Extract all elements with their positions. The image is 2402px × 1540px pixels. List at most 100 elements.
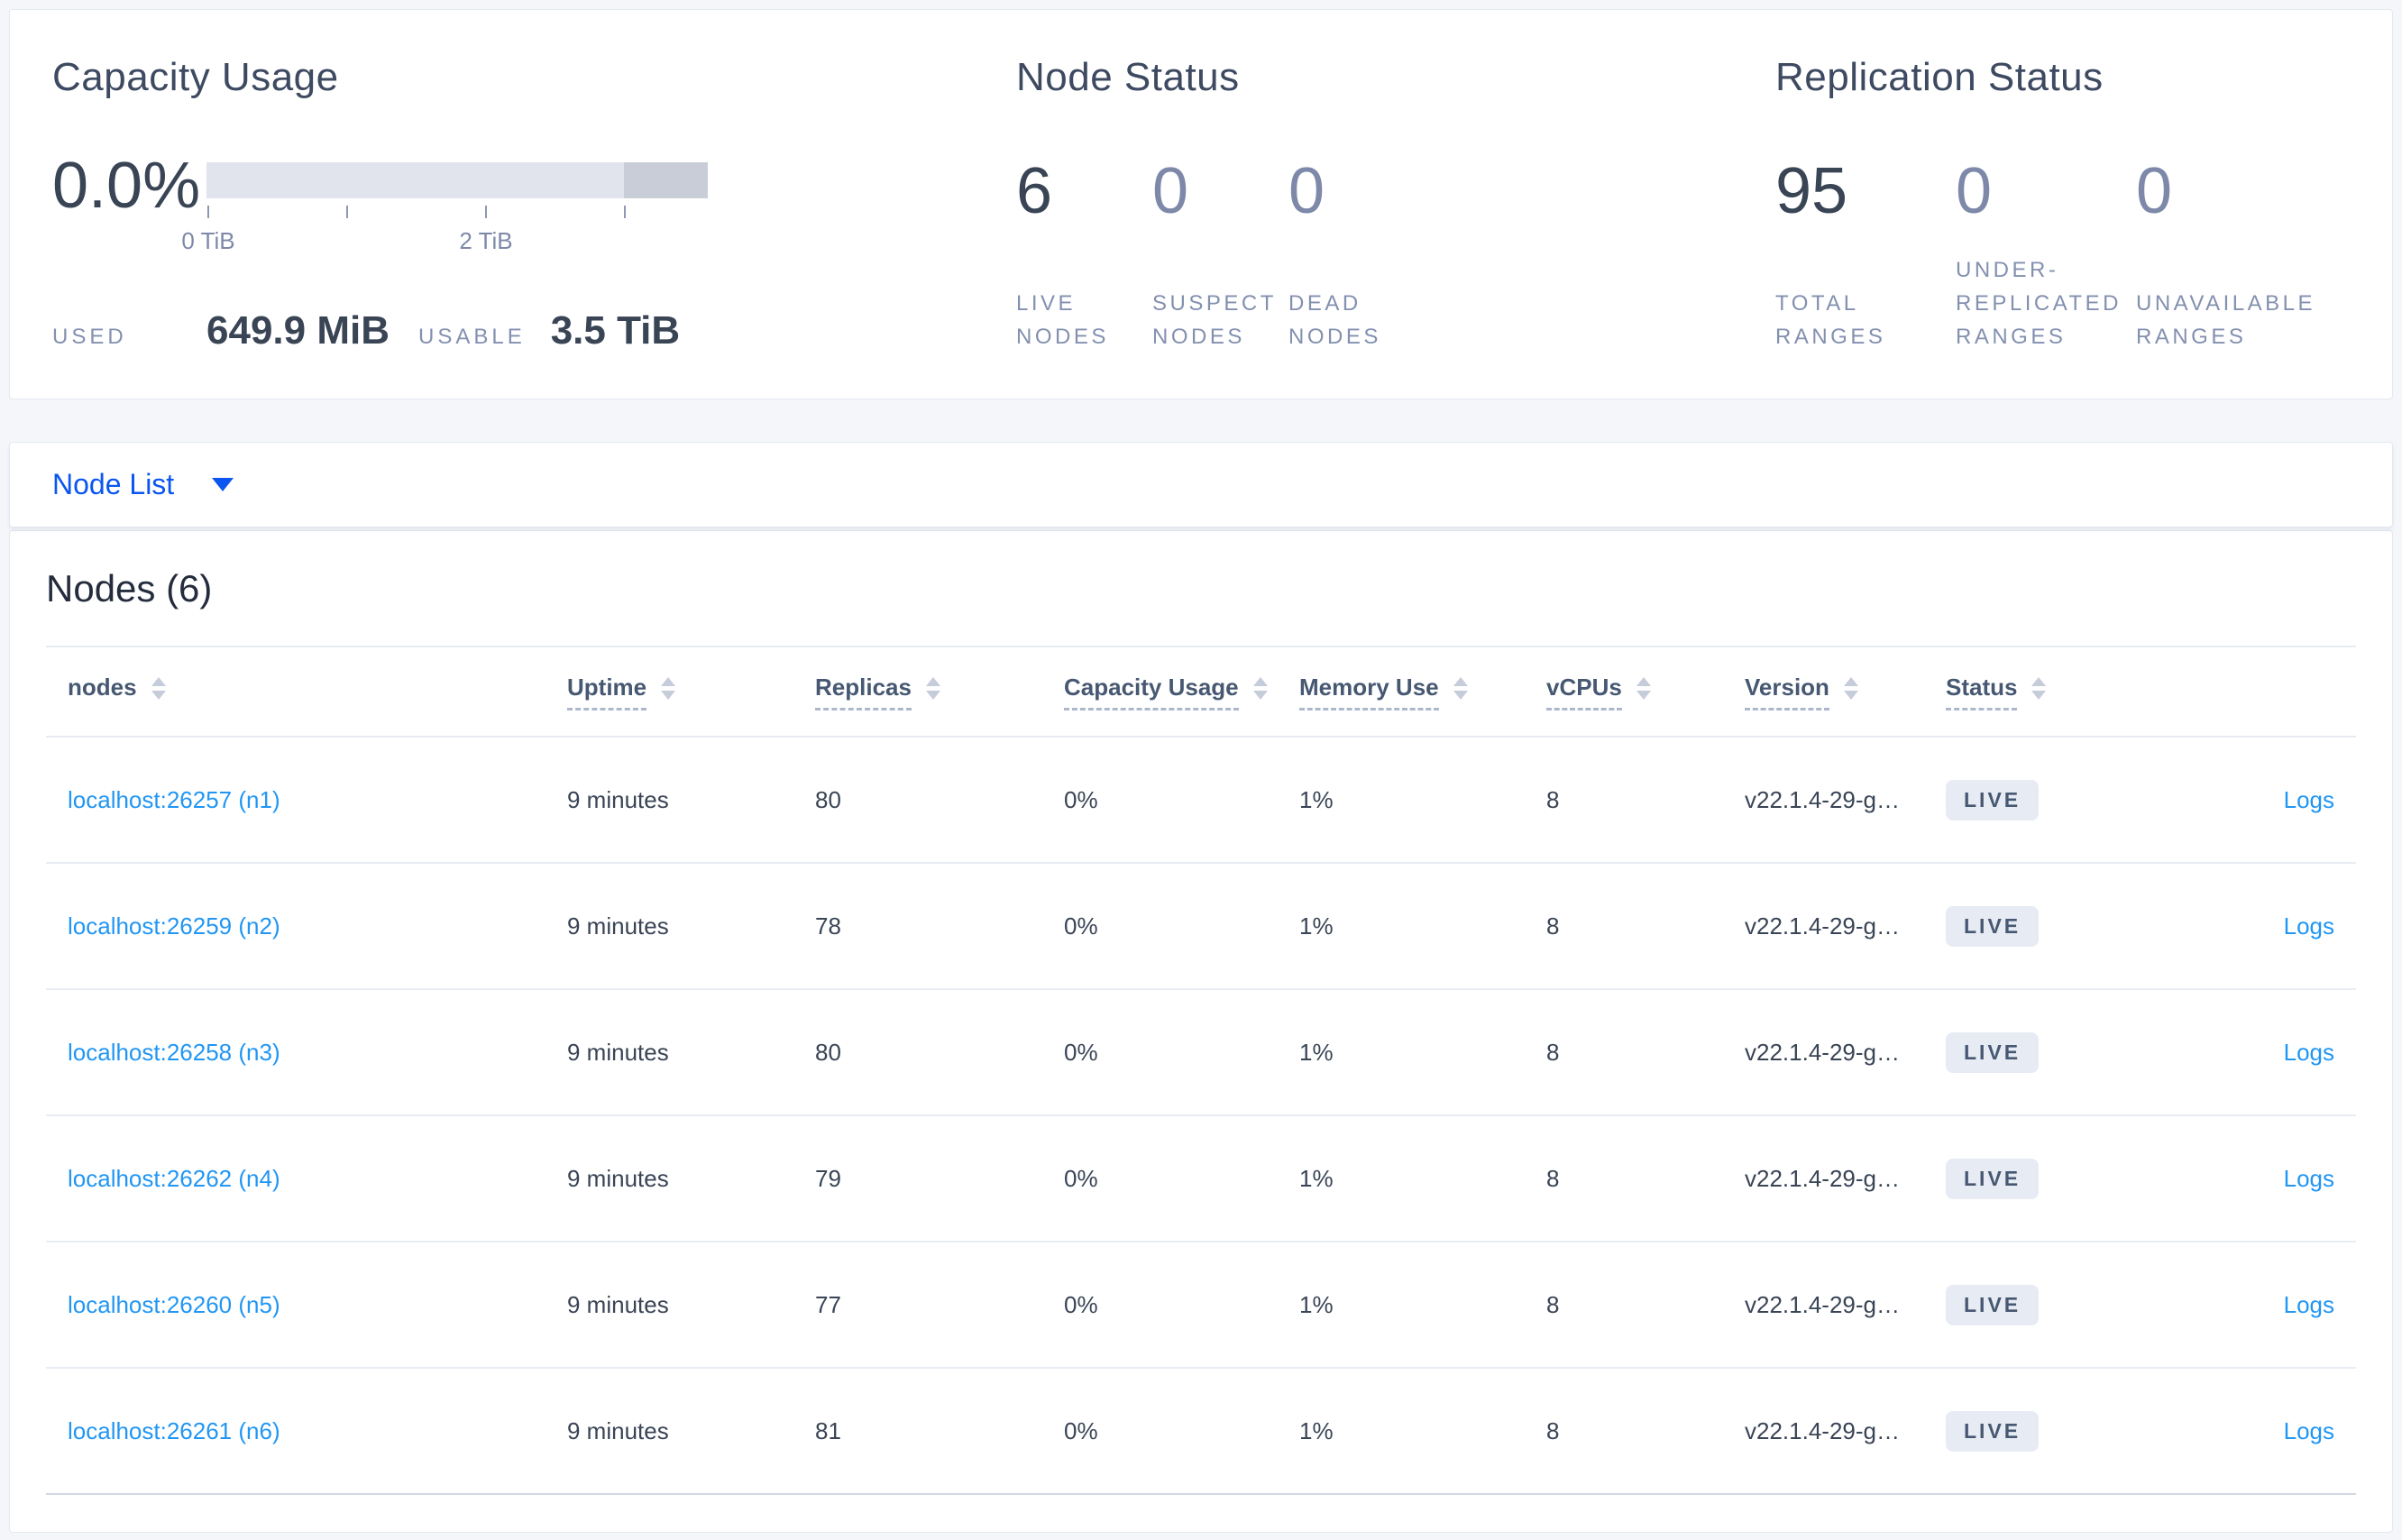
node-link[interactable]: localhost:26262 (n4) <box>68 1165 280 1192</box>
memory-use-cell: 1% <box>1299 785 1334 813</box>
view-selector-dropdown[interactable]: Node List <box>52 468 174 501</box>
stat-label: UNDER-REPLICATED RANGES <box>1956 258 2122 349</box>
memory-use-cell: 1% <box>1299 1290 1334 1318</box>
uptime-cell: 9 minutes <box>567 785 669 813</box>
replication-status-labels: TOTAL RANGES UNDER-REPLICATED RANGES UNAVA… <box>1775 253 2392 353</box>
version-cell: v22.1.4-29-g… <box>1745 912 1900 940</box>
sort-arrows-icon[interactable] <box>151 676 166 707</box>
sort-asc-icon <box>1636 676 1651 686</box>
stat-value: 0 <box>1288 155 1325 227</box>
sort-arrows-icon[interactable] <box>1843 676 1858 707</box>
column-header-label[interactable]: Status <box>1946 674 2018 710</box>
node-status-section: Node Status 600 LIVE NODES SUSPECT NODES D… <box>1016 10 1775 399</box>
logs-link[interactable]: Logs <box>2284 912 2334 940</box>
vcpus-cell: 8 <box>1546 912 1560 940</box>
memory-use-cell: 1% <box>1299 1164 1334 1192</box>
sort-asc-icon <box>1252 676 1268 686</box>
capacity-usage-cell: 0% <box>1064 1038 1098 1066</box>
stat-label: DEAD NODES <box>1288 291 1381 349</box>
capacity-usage-cell: 0% <box>1064 1290 1098 1318</box>
sort-asc-icon <box>151 676 166 686</box>
sort-desc-icon <box>1636 690 1651 700</box>
sort-arrows-icon[interactable] <box>1453 676 1468 707</box>
replicas-cell: 79 <box>815 1164 841 1192</box>
table-row: localhost:26257 (n1) 9 minutes 80 0% 1% … <box>46 738 2356 864</box>
sort-desc-icon <box>151 690 166 700</box>
axis-tick <box>624 206 626 218</box>
logs-link[interactable]: Logs <box>2284 786 2334 813</box>
column-header-label[interactable]: Uptime <box>567 674 647 710</box>
column-header[interactable]: nodes <box>46 674 545 710</box>
sort-asc-icon <box>661 676 676 686</box>
capacity-usage-cell: 0% <box>1064 1416 1098 1444</box>
sort-desc-icon <box>2031 690 2047 700</box>
column-header[interactable]: Version <box>1723 674 1924 710</box>
uptime-cell: 9 minutes <box>567 1164 669 1192</box>
stat-value: 0 <box>1152 155 1189 227</box>
used-label: USED <box>52 325 127 349</box>
uptime-cell: 9 minutes <box>567 1290 669 1318</box>
uptime-cell: 9 minutes <box>567 1416 669 1444</box>
column-header[interactable]: vCPUs <box>1525 674 1723 710</box>
logs-link[interactable]: Logs <box>2284 1165 2334 1192</box>
node-link[interactable]: localhost:26261 (n6) <box>68 1417 280 1444</box>
capacity-usage-cell: 0% <box>1064 912 1098 940</box>
status-badge: LIVE <box>1946 779 2040 820</box>
stat-value: 6 <box>1016 155 1053 227</box>
vcpus-cell: 8 <box>1546 1038 1560 1066</box>
table-row: localhost:26262 (n4) 9 minutes 79 0% 1% … <box>46 1116 2356 1242</box>
usable-value: 3.5 TiB <box>550 308 681 353</box>
table-row: localhost:26259 (n2) 9 minutes 78 0% 1% … <box>46 864 2356 990</box>
vcpus-cell: 8 <box>1546 1164 1560 1192</box>
column-header[interactable]: Memory Use <box>1278 674 1525 710</box>
status-badge: LIVE <box>1946 905 2040 947</box>
status-badge: LIVE <box>1946 1284 2040 1325</box>
node-status-title: Node Status <box>1016 55 1240 99</box>
column-header-label[interactable]: Version <box>1745 674 1829 710</box>
node-link[interactable]: localhost:26259 (n2) <box>68 912 280 940</box>
capacity-gauge: 0.0% 0 TiB 2 TiB <box>52 150 1016 254</box>
node-status-values: 600 <box>1016 159 1775 224</box>
logs-link[interactable]: Logs <box>2284 1291 2334 1318</box>
status-badge: LIVE <box>1946 1031 2040 1073</box>
stat-label: TOTAL RANGES <box>1775 291 1886 349</box>
column-header[interactable]: Uptime <box>545 674 793 710</box>
replication-status-values: 95 0 0 <box>1775 159 2392 224</box>
table-row: localhost:26261 (n6) 9 minutes 81 0% 1% … <box>46 1369 2356 1495</box>
column-header[interactable]: Replicas <box>793 674 1042 710</box>
column-header-label[interactable]: nodes <box>68 674 137 710</box>
memory-use-cell: 1% <box>1299 1038 1334 1066</box>
sort-desc-icon <box>661 690 676 700</box>
nodes-table-body: localhost:26257 (n1) 9 minutes 80 0% 1% … <box>46 738 2356 1495</box>
logs-link[interactable]: Logs <box>2284 1417 2334 1444</box>
sort-arrows-icon[interactable] <box>661 676 676 707</box>
column-header-label[interactable]: Memory Use <box>1299 674 1439 710</box>
node-link[interactable]: localhost:26260 (n5) <box>68 1291 280 1318</box>
uptime-cell: 9 minutes <box>567 912 669 940</box>
sort-arrows-icon[interactable] <box>1252 676 1268 707</box>
capacity-bar-track <box>206 162 708 198</box>
column-header-label[interactable]: vCPUs <box>1546 674 1622 710</box>
table-row: localhost:26260 (n5) 9 minutes 77 0% 1% … <box>46 1242 2356 1369</box>
chevron-down-icon[interactable] <box>212 478 234 491</box>
capacity-usage-cell: 0% <box>1064 1164 1098 1192</box>
sort-arrows-icon[interactable] <box>2031 676 2047 707</box>
axis-tick <box>207 206 209 218</box>
column-header[interactable]: Capacity Usage <box>1042 674 1278 710</box>
version-cell: v22.1.4-29-g… <box>1745 1164 1900 1192</box>
column-header[interactable]: Status <box>1924 674 2147 710</box>
nodes-panel-title: Nodes (6) <box>46 531 2356 647</box>
logs-link[interactable]: Logs <box>2284 1039 2334 1066</box>
node-link[interactable]: localhost:26258 (n3) <box>68 1039 280 1066</box>
vcpus-cell: 8 <box>1546 1290 1560 1318</box>
column-header[interactable] <box>2147 687 2356 696</box>
column-header-label[interactable]: Replicas <box>815 674 912 710</box>
sort-arrows-icon[interactable] <box>1636 676 1651 707</box>
sort-arrows-icon[interactable] <box>925 676 940 707</box>
capacity-usage-section: Capacity Usage 0.0% 0 TiB 2 TiB USED 649… <box>10 10 1016 399</box>
node-link[interactable]: localhost:26257 (n1) <box>68 786 280 813</box>
version-cell: v22.1.4-29-g… <box>1745 1038 1900 1066</box>
capacity-bar: 0 TiB 2 TiB <box>181 153 708 254</box>
column-header-label[interactable]: Capacity Usage <box>1064 674 1239 710</box>
capacity-percent: 0.0% <box>52 150 201 222</box>
